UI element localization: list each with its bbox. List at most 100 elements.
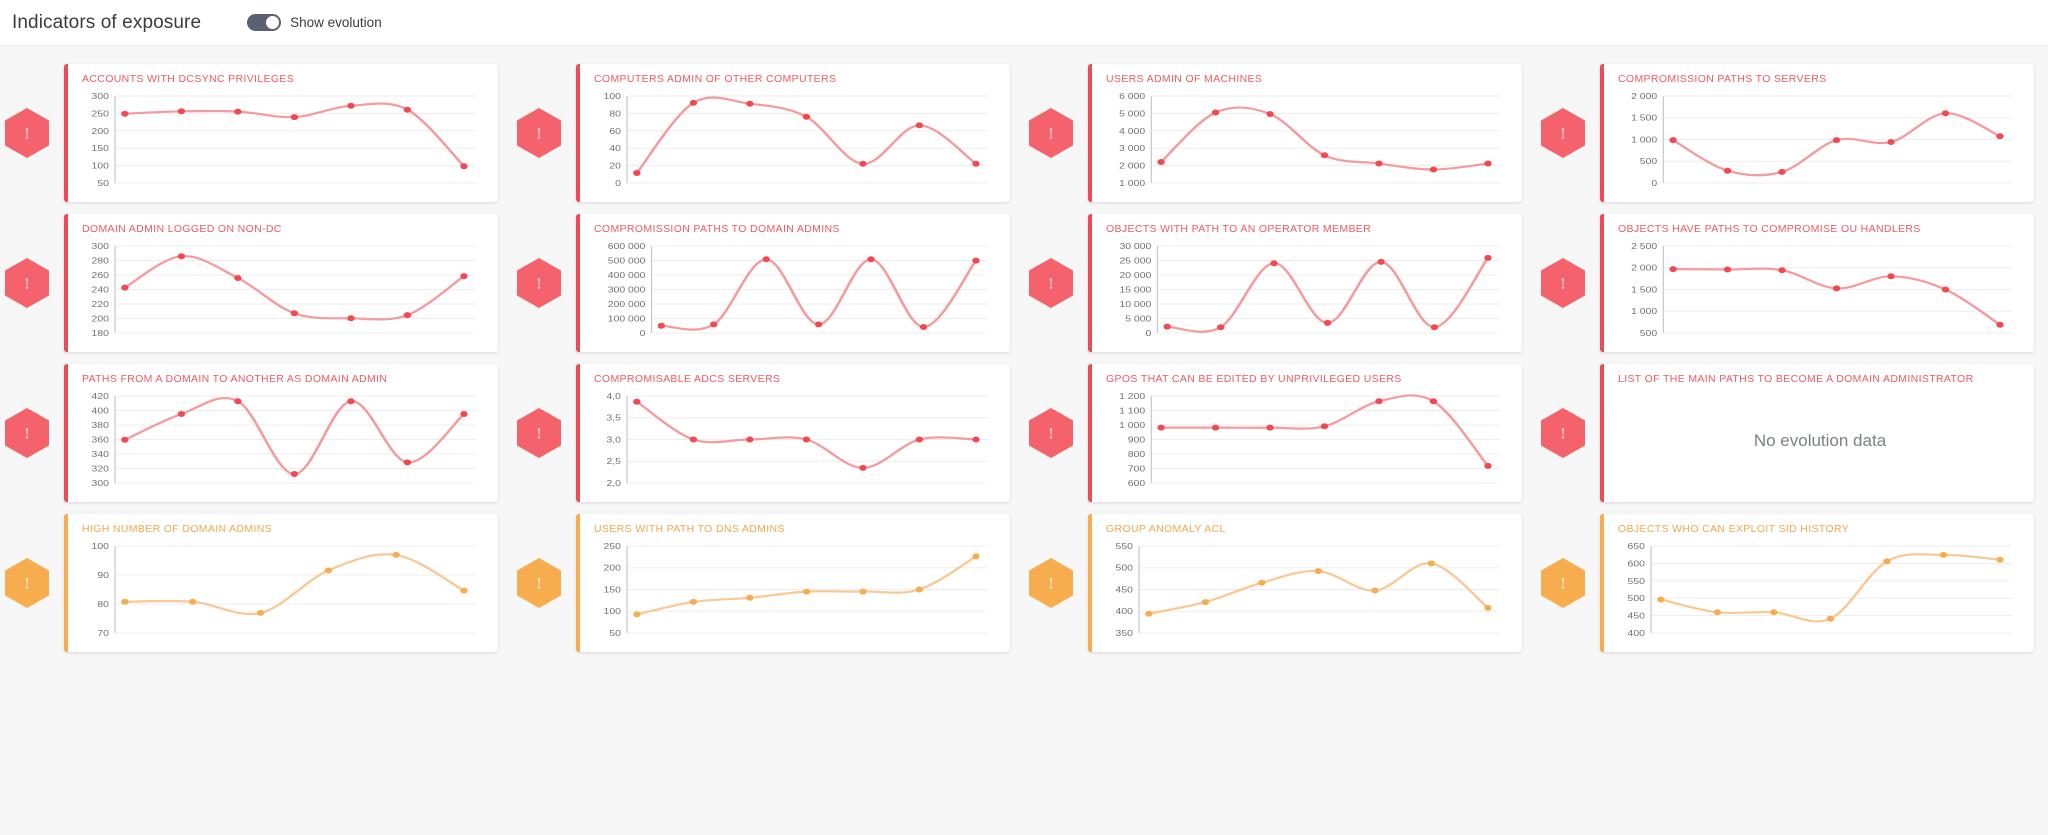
indicator-card[interactable]: OBJECTS HAVE PATHS TO COMPROMISE OU HAND…: [1600, 214, 2034, 352]
data-point[interactable]: [710, 321, 718, 328]
data-point[interactable]: [633, 170, 641, 176]
data-point[interactable]: [460, 273, 468, 280]
data-point[interactable]: [1323, 319, 1332, 326]
data-point[interactable]: [1157, 424, 1165, 431]
indicator-card[interactable]: OBJECTS WHO CAN EXPLOIT SID HISTORY 650 60…: [1600, 514, 2034, 652]
data-point[interactable]: [177, 108, 186, 115]
critical-severity-badge[interactable]: !: [1028, 258, 1074, 308]
data-point[interactable]: [1832, 285, 1841, 292]
data-point[interactable]: [1270, 260, 1278, 267]
indicator-card[interactable]: LIST OF THE MAIN PATHS TO BECOME A DOMAI…: [1600, 364, 2034, 502]
critical-severity-badge[interactable]: !: [516, 408, 562, 458]
data-point[interactable]: [1211, 424, 1220, 431]
data-point[interactable]: [1941, 110, 1950, 117]
indicator-card[interactable]: HIGH NUMBER OF DOMAIN ADMINS 100 90 80 70: [64, 514, 498, 652]
data-point[interactable]: [290, 471, 299, 477]
indicator-card[interactable]: COMPROMISABLE ADCS SERVERS 4,0 3,5 3,0 2,5 2,…: [576, 364, 1010, 502]
data-point[interactable]: [1163, 323, 1171, 330]
data-point[interactable]: [1201, 599, 1210, 606]
data-point[interactable]: [1939, 551, 1948, 558]
critical-severity-badge[interactable]: !: [1540, 108, 1586, 158]
indicator-card[interactable]: OBJECTS WITH PATH TO AN OPERATOR MEMBER 3…: [1088, 214, 1522, 352]
data-point[interactable]: [802, 588, 811, 595]
data-point[interactable]: [1266, 424, 1274, 431]
data-point[interactable]: [1211, 109, 1220, 116]
data-point[interactable]: [762, 256, 770, 263]
indicator-card[interactable]: USERS WITH PATH TO DNS ADMINS 250 200 150 10…: [576, 514, 1010, 652]
data-point[interactable]: [403, 459, 412, 466]
critical-severity-badge[interactable]: !: [1028, 108, 1074, 158]
data-point[interactable]: [746, 594, 754, 601]
data-point[interactable]: [1371, 587, 1379, 594]
data-point[interactable]: [177, 253, 186, 260]
indicator-card[interactable]: GPOS THAT CAN BE EDITED BY UNPRIVILEGED …: [1088, 364, 1522, 502]
show-evolution-toggle-group[interactable]: Show evolution: [247, 14, 382, 31]
warning-severity-badge[interactable]: !: [516, 558, 562, 608]
data-point[interactable]: [689, 436, 698, 443]
data-point[interactable]: [1887, 139, 1895, 145]
data-point[interactable]: [1832, 137, 1841, 144]
data-point[interactable]: [1778, 168, 1786, 175]
data-point[interactable]: [915, 122, 924, 129]
data-point[interactable]: [1669, 137, 1677, 144]
data-point[interactable]: [1770, 609, 1778, 616]
data-point[interactable]: [460, 163, 468, 170]
data-point[interactable]: [256, 609, 265, 616]
data-point[interactable]: [657, 322, 666, 329]
warning-severity-badge[interactable]: !: [1028, 558, 1074, 608]
data-point[interactable]: [1375, 160, 1383, 167]
critical-severity-badge[interactable]: !: [516, 258, 562, 308]
data-point[interactable]: [121, 598, 129, 605]
data-point[interactable]: [1484, 160, 1492, 167]
data-point[interactable]: [1887, 273, 1895, 280]
data-point[interactable]: [1320, 152, 1329, 159]
critical-severity-badge[interactable]: !: [4, 108, 50, 158]
data-point[interactable]: [347, 102, 355, 109]
data-point[interactable]: [290, 310, 299, 317]
indicator-card[interactable]: PATHS FROM A DOMAIN TO ANOTHER AS DOMAIN…: [64, 364, 498, 502]
indicator-card[interactable]: GROUP ANOMALY ACL 550 500 450 400 350: [1088, 514, 1522, 652]
critical-severity-badge[interactable]: !: [1540, 258, 1586, 308]
data-point[interactable]: [633, 398, 641, 405]
data-point[interactable]: [1723, 167, 1732, 174]
data-point[interactable]: [1669, 266, 1677, 273]
show-evolution-toggle[interactable]: [247, 14, 282, 31]
data-point[interactable]: [972, 257, 980, 264]
data-point[interactable]: [1941, 286, 1950, 293]
data-point[interactable]: [972, 160, 980, 167]
data-point[interactable]: [867, 256, 875, 263]
indicator-card[interactable]: ACCOUNTS WITH DCSYNC PRIVILEGES 300 250 200…: [64, 64, 498, 202]
data-point[interactable]: [746, 100, 754, 107]
data-point[interactable]: [1145, 610, 1153, 617]
data-point[interactable]: [1157, 159, 1165, 165]
data-point[interactable]: [1996, 321, 2004, 328]
data-point[interactable]: [1484, 254, 1492, 261]
data-point[interactable]: [814, 321, 823, 328]
data-point[interactable]: [1314, 568, 1323, 575]
warning-severity-badge[interactable]: !: [1540, 558, 1586, 608]
data-point[interactable]: [460, 411, 468, 417]
data-point[interactable]: [392, 551, 400, 558]
data-point[interactable]: [802, 436, 811, 443]
data-point[interactable]: [121, 284, 129, 291]
data-point[interactable]: [347, 315, 355, 322]
warning-severity-badge[interactable]: !: [4, 558, 50, 608]
data-point[interactable]: [689, 598, 698, 605]
data-point[interactable]: [689, 99, 698, 106]
data-point[interactable]: [1430, 324, 1439, 331]
data-point[interactable]: [802, 113, 811, 120]
data-point[interactable]: [1484, 462, 1492, 469]
data-point[interactable]: [746, 436, 754, 443]
data-point[interactable]: [1883, 558, 1891, 565]
data-point[interactable]: [1258, 579, 1266, 586]
data-point[interactable]: [1266, 111, 1274, 117]
data-point[interactable]: [188, 598, 197, 605]
data-point[interactable]: [347, 398, 355, 405]
data-point[interactable]: [234, 108, 242, 115]
data-point[interactable]: [1826, 615, 1835, 622]
data-point[interactable]: [1377, 258, 1385, 265]
data-point[interactable]: [972, 436, 980, 443]
data-point[interactable]: [121, 110, 129, 117]
data-point[interactable]: [1217, 324, 1225, 331]
data-point[interactable]: [1657, 596, 1665, 603]
